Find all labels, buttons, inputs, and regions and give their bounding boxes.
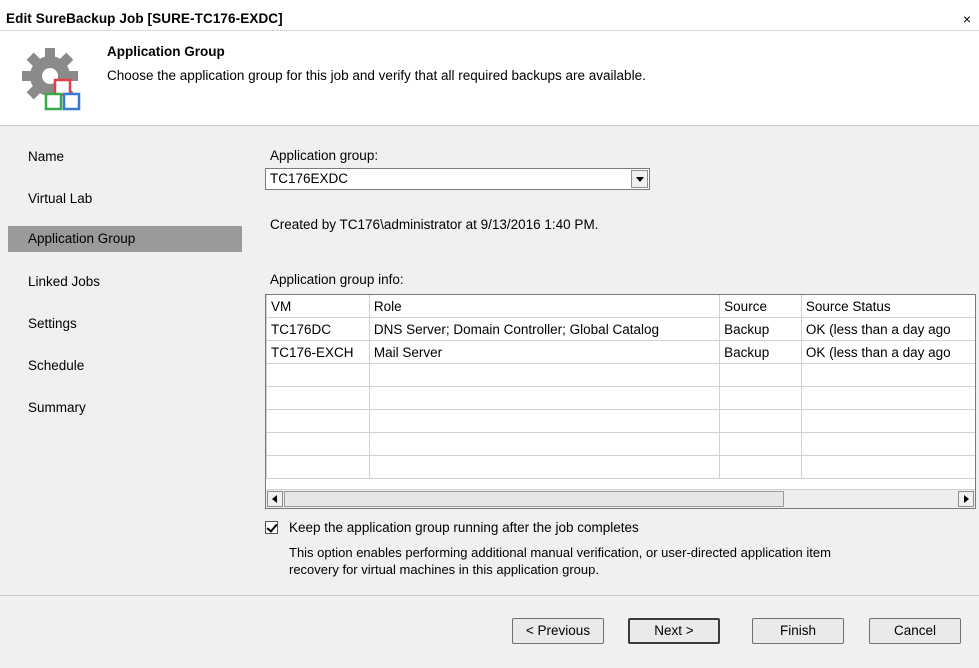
nav-item-application-group[interactable]: Application Group (8, 226, 242, 252)
nav-item-virtual-lab[interactable]: Virtual Lab (8, 186, 242, 212)
header-description: Choose the application group for this jo… (107, 68, 646, 83)
title-bar: Edit SureBackup Job [SURE-TC176-EXDC] × (0, 9, 979, 31)
close-icon[interactable]: × (959, 12, 975, 27)
nav-item-schedule[interactable]: Schedule (8, 353, 242, 379)
table-row[interactable]: TC176-EXCH Mail Server Backup OK (less t… (266, 340, 975, 364)
column-header-role[interactable]: Role (368, 295, 721, 318)
checkmark-icon (266, 521, 278, 533)
keep-running-checkbox[interactable] (265, 521, 278, 534)
cell-source-status: OK (less than a day ago (800, 317, 975, 341)
scrollbar-thumb[interactable] (284, 491, 784, 507)
chevron-down-icon[interactable] (631, 170, 648, 188)
cancel-button[interactable]: Cancel (869, 618, 961, 644)
empty-row (266, 432, 975, 456)
scroll-left-icon[interactable] (267, 491, 283, 507)
empty-row (266, 363, 975, 387)
application-group-select[interactable]: TC176EXDC (265, 168, 650, 190)
cell-vm: TC176DC (266, 317, 370, 341)
column-header-vm[interactable]: VM (266, 295, 370, 318)
nav-item-settings[interactable]: Settings (8, 311, 242, 337)
horizontal-scrollbar[interactable] (266, 489, 975, 508)
cell-source: Backup (719, 340, 802, 364)
previous-button[interactable]: < Previous (512, 618, 604, 644)
window-title: Edit SureBackup Job [SURE-TC176-EXDC] (6, 11, 283, 26)
cell-source-status: OK (less than a day ago (800, 340, 975, 364)
table-row[interactable]: TC176DC DNS Server; Domain Controller; G… (266, 317, 975, 341)
empty-row (266, 386, 975, 410)
application-group-info-table[interactable]: VM Role Source Source Status TC176DC DNS… (265, 294, 976, 509)
column-header-source-status[interactable]: Source Status (800, 295, 975, 318)
scroll-right-icon[interactable] (958, 491, 974, 507)
header-title: Application Group (107, 44, 225, 59)
cell-role: Mail Server (368, 340, 721, 364)
top-strip (0, 0, 979, 9)
nav-item-name[interactable]: Name (8, 144, 242, 170)
wizard-steps-nav: Name Virtual Lab Application Group Linke… (0, 126, 242, 595)
keep-running-description-line1: This option enables performing additiona… (289, 545, 831, 560)
gear-icon (22, 48, 81, 111)
created-by-text: Created by TC176\administrator at 9/13/2… (270, 217, 599, 232)
empty-row (266, 455, 975, 479)
finish-button[interactable]: Finish (752, 618, 844, 644)
nav-item-linked-jobs[interactable]: Linked Jobs (8, 269, 242, 295)
keep-running-label[interactable]: Keep the application group running after… (289, 520, 639, 535)
table-header-row: VM Role Source Source Status (266, 295, 975, 318)
cell-source: Backup (719, 317, 802, 341)
application-group-label: Application group: (270, 148, 379, 163)
column-header-source[interactable]: Source (719, 295, 802, 318)
next-button[interactable]: Next > (628, 618, 720, 644)
cell-role: DNS Server; Domain Controller; Global Ca… (368, 317, 721, 341)
cell-vm: TC176-EXCH (266, 340, 370, 364)
application-group-value: TC176EXDC (270, 171, 349, 186)
application-group-info-label: Application group info: (270, 272, 404, 287)
empty-row (266, 409, 975, 433)
keep-running-description-line2: recovery for virtual machines in this ap… (289, 562, 599, 577)
nav-item-summary[interactable]: Summary (8, 395, 242, 421)
